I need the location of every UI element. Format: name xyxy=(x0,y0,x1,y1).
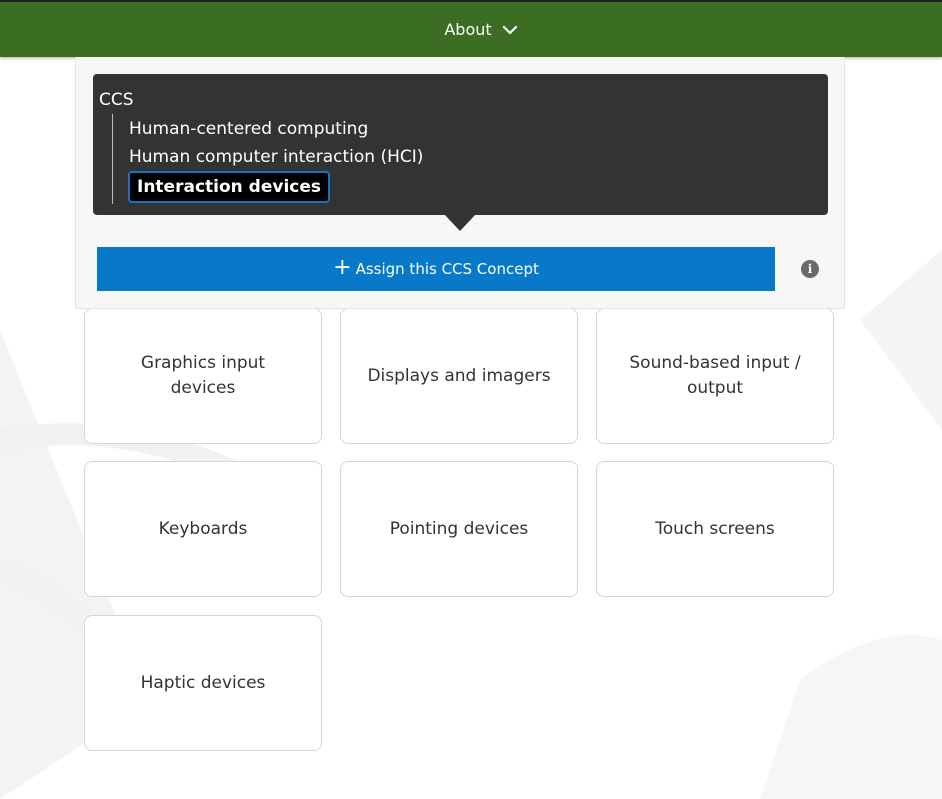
assign-label: Assign this CCS Concept xyxy=(355,260,539,278)
breadcrumb-item-hci[interactable]: Human computer interaction (HCI) xyxy=(129,147,423,167)
plus-icon: + xyxy=(333,254,352,280)
breadcrumb-item-human-centered-computing[interactable]: Human-centered computing xyxy=(129,119,368,139)
about-menu-button[interactable]: About xyxy=(424,20,517,39)
breadcrumb-tree: Human-centered computing Human computer … xyxy=(112,114,472,204)
info-icon[interactable]: i xyxy=(801,260,819,278)
chevron-down-icon xyxy=(502,25,517,35)
concept-card-displays-and-imagers[interactable]: Displays and imagers xyxy=(340,308,578,444)
concept-panel: CCS Human-centered computing Human compu… xyxy=(75,57,845,309)
breadcrumb-root[interactable]: CCS xyxy=(99,90,134,110)
about-label: About xyxy=(444,20,492,39)
top-navigation-bar: About xyxy=(0,0,942,57)
concept-card-sound-based-input-output[interactable]: Sound-based input / output xyxy=(596,308,834,444)
concept-card-touch-screens[interactable]: Touch screens xyxy=(596,461,834,597)
breadcrumb-current-concept[interactable]: Interaction devices xyxy=(128,171,331,203)
assign-ccs-concept-button[interactable]: + Assign this CCS Concept xyxy=(97,247,775,291)
concept-card-pointing-devices[interactable]: Pointing devices xyxy=(340,461,578,597)
breadcrumb-caret xyxy=(445,215,475,231)
concept-card-haptic-devices[interactable]: Haptic devices xyxy=(84,615,322,751)
concept-card-keyboards[interactable]: Keyboards xyxy=(84,461,322,597)
ccs-breadcrumb: CCS Human-centered computing Human compu… xyxy=(93,74,828,215)
concept-card-graphics-input-devices[interactable]: Graphics input devices xyxy=(84,308,322,444)
